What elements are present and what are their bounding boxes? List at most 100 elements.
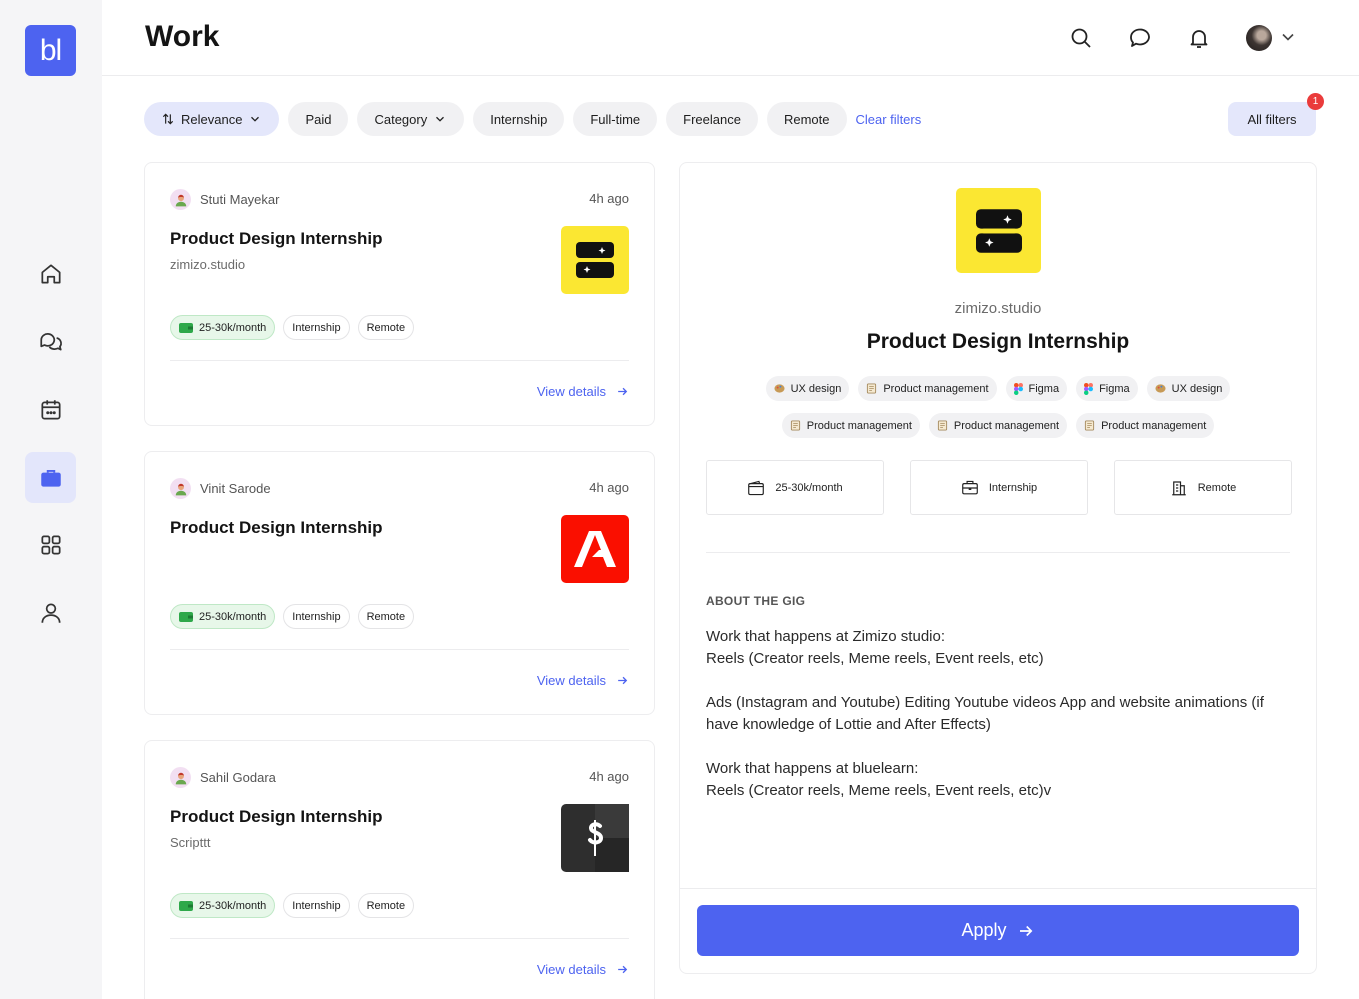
author-avatar	[170, 189, 191, 210]
scripttt-logo	[561, 804, 629, 872]
about-line: Ads (Instagram and Youtube) Editing Yout…	[706, 694, 1264, 733]
location-tag: Remote	[357, 893, 415, 918]
app-logo[interactable]: bl	[25, 25, 76, 76]
type-tag: Internship	[283, 315, 350, 340]
filter-remote[interactable]: Remote	[766, 102, 847, 136]
view-details-label: View details	[536, 962, 606, 977]
post-time: 4h ago	[589, 191, 629, 206]
skill-label: UX design	[790, 382, 842, 395]
sidebar-item-work[interactable]	[25, 452, 76, 503]
filter-freelance-label: Freelance	[683, 111, 741, 127]
sidebar-item-calendar[interactable]	[25, 384, 76, 435]
figma-icon	[1013, 382, 1023, 395]
card-divider	[170, 649, 629, 650]
author-name: Vinit Sarode	[200, 481, 271, 496]
page-title: Work	[145, 20, 220, 53]
info-type: Internship	[910, 460, 1088, 515]
info-pay-label: 25-30k/month	[775, 481, 843, 494]
filter-paid[interactable]: Paid	[288, 102, 349, 136]
chat-icon	[1130, 28, 1150, 47]
notifications-button[interactable]	[1185, 24, 1213, 52]
filter-internship-label: Internship	[490, 111, 548, 127]
user-avatar[interactable]	[1246, 25, 1272, 51]
apply-button[interactable]: Apply	[697, 905, 1299, 956]
person-avatar-icon	[175, 194, 186, 206]
relevance-label: Relevance	[181, 111, 243, 127]
document-icon	[867, 383, 877, 394]
job-title: Product Design Internship	[170, 229, 383, 248]
pay-label: 25-30k/month	[199, 610, 267, 623]
chat-bubbles-icon	[39, 332, 62, 350]
filter-freelance[interactable]: Freelance	[666, 102, 758, 136]
pay-tag: 25-30k/month	[170, 315, 276, 340]
briefcase-icon	[40, 469, 61, 487]
location-tag: Remote	[357, 315, 415, 340]
person-avatar-icon	[175, 772, 186, 784]
job-tags: 25-30k/month Internship Remote	[170, 315, 415, 340]
bell-icon	[1190, 30, 1208, 48]
filter-remote-label: Remote	[783, 111, 830, 127]
job-card[interactable]: Vinit Sarode 4h ago Product Design Inter…	[144, 451, 655, 715]
document-icon	[1084, 420, 1095, 431]
top-header: Work	[102, 0, 1359, 76]
adobe-logo-icon	[574, 531, 616, 567]
filter-count-badge: 1	[1307, 93, 1324, 110]
about-line: Reels (Creator reels, Meme reels, Event …	[706, 650, 1044, 667]
about-line: Work that happens at bluelearn:	[706, 760, 919, 777]
skill-tag: UX design	[765, 376, 850, 401]
detail-divider	[706, 552, 1290, 553]
info-pay: 25-30k/month	[706, 460, 884, 515]
search-button[interactable]	[1067, 24, 1095, 52]
skill-tag: Product management	[928, 413, 1068, 438]
sidebar-item-apps[interactable]	[25, 519, 76, 570]
all-filters-button[interactable]: All filters	[1228, 102, 1316, 136]
sidebar-item-profile[interactable]	[25, 587, 76, 638]
skill-tag: Figma	[1005, 376, 1068, 401]
detail-company: zimizo.studio	[954, 300, 1042, 317]
arrow-right-icon	[618, 387, 628, 396]
palette-icon	[774, 384, 785, 393]
apply-label: Apply	[961, 920, 1007, 940]
filter-category[interactable]: Category	[357, 102, 465, 136]
skill-label: UX design	[1171, 382, 1223, 395]
skill-label: Product management	[806, 419, 912, 432]
arrow-right-icon	[618, 676, 628, 685]
search-icon	[1071, 28, 1091, 48]
chat-button[interactable]	[1126, 24, 1154, 52]
filter-internship[interactable]: Internship	[473, 102, 565, 136]
briefcase-icon	[961, 480, 978, 494]
about-line: Work that happens at Zimizo studio:	[706, 628, 946, 645]
post-time: 4h ago	[589, 480, 629, 495]
arrow-right-icon	[618, 965, 628, 974]
wallet-icon	[748, 480, 765, 495]
job-tags: 25-30k/month Internship Remote	[170, 604, 415, 629]
wallet-icon	[179, 322, 193, 333]
view-details-link[interactable]: View details	[537, 384, 629, 399]
chevron-down-icon	[251, 116, 260, 122]
type-tag: Internship	[283, 604, 350, 629]
job-company: zimizo.studio	[170, 257, 246, 272]
pay-tag: 25-30k/month	[170, 604, 276, 629]
filter-fulltime[interactable]: Full-time	[573, 102, 658, 136]
skill-tag: Figma	[1076, 376, 1138, 401]
job-card[interactable]: Sahil Godara 4h ago Product Design Inter…	[144, 740, 655, 999]
job-card[interactable]: Stuti Mayekar 4h ago Product Design Inte…	[144, 162, 655, 426]
sidebar-item-home[interactable]	[25, 248, 76, 299]
filter-fulltime-label: Full-time	[590, 111, 641, 127]
skill-label: Product management	[883, 382, 989, 395]
view-details-link[interactable]: View details	[537, 673, 629, 688]
chevron-down-icon	[1282, 33, 1294, 41]
zimizo-logo	[956, 188, 1041, 273]
skill-label: Figma	[1099, 382, 1130, 395]
zimizo-logo-icon	[975, 208, 1022, 253]
zimizo-logo	[561, 226, 629, 294]
sidebar-item-messages[interactable]	[25, 316, 76, 367]
filter-bar: Relevance Paid Category Internship Full-…	[144, 102, 921, 136]
view-details-label: View details	[536, 673, 606, 688]
relevance-sort-chip[interactable]: Relevance	[144, 102, 280, 136]
user-icon	[40, 602, 61, 623]
account-menu-button[interactable]	[1278, 27, 1298, 52]
view-details-link[interactable]: View details	[537, 962, 629, 977]
clear-filters-link[interactable]: Clear filters	[856, 112, 922, 127]
pay-label: 25-30k/month	[199, 321, 267, 334]
